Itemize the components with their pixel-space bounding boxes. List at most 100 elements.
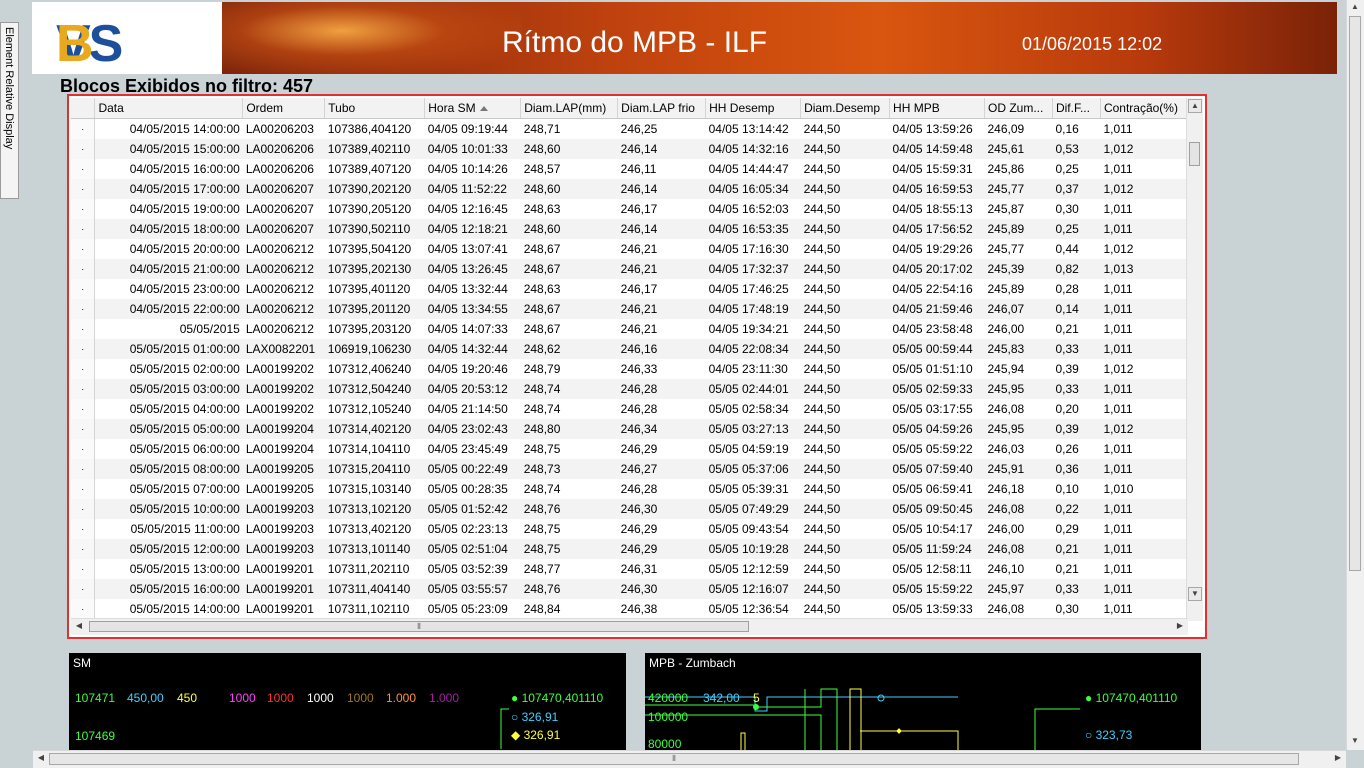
row-selector[interactable]: · xyxy=(71,399,96,419)
row-selector[interactable]: · xyxy=(71,359,96,379)
table-cell: LA00199201 xyxy=(245,602,314,616)
table-row[interactable]: · 05/05/2015 LA00206212 107395,203120 04/05 … xyxy=(71,319,1188,339)
table-cell: 05/05 13:59:33 xyxy=(892,602,973,616)
row-selector[interactable]: · xyxy=(71,379,96,399)
grid-horizontal-scrollbar[interactable]: ◀ ⦀ ▶ xyxy=(71,618,1188,635)
column-header[interactable]: Tubo xyxy=(324,98,426,119)
row-selector[interactable]: · xyxy=(71,519,96,539)
row-header-corner[interactable] xyxy=(71,98,96,119)
table-row[interactable]: · 05/05/2015 06:00:00 LA00199204 107314,104… xyxy=(71,439,1188,459)
table-body: · 04/05/2015 14:00:00 LA00206203 107386,404… xyxy=(71,118,1188,619)
row-selector[interactable]: · xyxy=(71,479,96,499)
row-selector[interactable]: · xyxy=(71,199,96,219)
scroll-right-arrow-icon[interactable]: ▶ xyxy=(1173,620,1187,634)
element-relative-display-tab[interactable]: Element Relative Display xyxy=(0,22,19,199)
column-header[interactable]: Dif.F... xyxy=(1052,98,1101,119)
table-row[interactable]: · 05/05/2015 01:00:00 LAX0082201 106919,106… xyxy=(71,339,1188,359)
table-row[interactable]: · 04/05/2015 19:00:00 LA00206207 107390,205… xyxy=(71,199,1188,219)
row-selector[interactable]: · xyxy=(71,159,96,179)
row-selector[interactable]: · xyxy=(71,118,96,139)
column-header[interactable]: HH MPB xyxy=(889,98,985,119)
table-cell: LA00206207 xyxy=(242,179,325,199)
table-row[interactable]: · 05/05/2015 02:00:00 LA00199202 107312,406… xyxy=(71,359,1188,379)
row-selector[interactable]: · xyxy=(71,259,96,279)
table-row[interactable]: · 05/05/2015 10:00:00 LA00199203 107313,102… xyxy=(71,499,1188,519)
row-selector[interactable]: · xyxy=(71,419,96,439)
table-row[interactable]: · 04/05/2015 22:00:00 LA00206212 107395,201… xyxy=(71,299,1188,319)
table-cell: LA00199204 xyxy=(245,442,314,456)
grid-vertical-scrollbar[interactable]: ▲ ▼ xyxy=(1186,98,1203,621)
table-cell: LA00206206 xyxy=(242,139,325,159)
page-scroll-down-arrow-icon[interactable]: ▼ xyxy=(1348,735,1362,749)
table-row[interactable]: · 04/05/2015 18:00:00 LA00206207 107390,502… xyxy=(71,219,1188,239)
row-selector[interactable]: · xyxy=(71,579,96,599)
table-cell: 244,50 xyxy=(800,539,890,559)
table-row[interactable]: · 05/05/2015 04:00:00 LA00199202 107312,105… xyxy=(71,399,1188,419)
table-cell: 04/05 17:46:25 xyxy=(708,282,789,296)
mpb-trend-point xyxy=(896,728,902,734)
column-header[interactable]: HH Desemp xyxy=(705,98,802,119)
column-header[interactable]: Ordem xyxy=(242,98,326,119)
table-row[interactable]: · 04/05/2015 20:00:00 LA00206212 107395,504… xyxy=(71,239,1188,259)
table-cell: 05/05/2015 14:00:00 xyxy=(129,602,240,616)
row-selector[interactable]: · xyxy=(71,279,96,299)
row-selector[interactable]: · xyxy=(71,499,96,519)
row-selector[interactable]: · xyxy=(71,179,96,199)
table-row[interactable]: · 05/05/2015 03:00:00 LA00199202 107312,504… xyxy=(71,379,1188,399)
column-header[interactable]: Diam.LAP frio xyxy=(617,98,707,119)
table-row[interactable]: · 04/05/2015 21:00:00 LA00206212 107395,202… xyxy=(71,259,1188,279)
table-row[interactable]: · 05/05/2015 14:00:00 LA00199201 107311,102… xyxy=(71,599,1188,619)
table-cell: 05/05 10:54:17 xyxy=(892,522,973,536)
column-header[interactable]: Data xyxy=(94,98,244,119)
table-cell: 1,011 xyxy=(1103,562,1133,576)
row-selector[interactable]: · xyxy=(71,219,96,239)
table-cell: 05/05 09:50:45 xyxy=(889,499,985,519)
row-selector[interactable]: · xyxy=(71,239,96,259)
column-header[interactable]: Diam.Desemp xyxy=(800,98,891,119)
table-row[interactable]: · 04/05/2015 23:00:00 LA00206212 107395,401… xyxy=(71,279,1188,299)
blocks-data-grid[interactable]: Data Ordem Tubo Hora SM Diam.LAP(mm) Diam.LAP… xyxy=(67,94,1207,639)
row-selector[interactable]: · xyxy=(71,459,96,479)
table-row[interactable]: · 05/05/2015 13:00:00 LA00199201 107311,202… xyxy=(71,559,1188,579)
table-row[interactable]: · 05/05/2015 11:00:00 LA00199203 107313,402… xyxy=(71,519,1188,539)
table-cell: 246,08 xyxy=(987,402,1025,416)
table-row[interactable]: · 05/05/2015 07:00:00 LA00199205 107315,103… xyxy=(71,479,1188,499)
row-selector[interactable]: · xyxy=(71,299,96,319)
row-selector[interactable]: · xyxy=(71,559,96,579)
page-vertical-scrollbar[interactable]: ▲ ▼ xyxy=(1346,0,1364,750)
page-horizontal-scroll-thumb[interactable]: ⦀ xyxy=(49,753,1299,765)
page-vertical-scroll-thumb[interactable] xyxy=(1349,16,1361,571)
table-row[interactable]: · 04/05/2015 14:00:00 LA00206203 107386,404… xyxy=(71,118,1188,139)
column-header[interactable]: Diam.LAP(mm) xyxy=(520,98,619,119)
row-selector[interactable]: · xyxy=(71,339,96,359)
page-scroll-left-arrow-icon[interactable]: ◀ xyxy=(34,752,48,766)
page-scroll-up-arrow-icon[interactable]: ▲ xyxy=(1348,1,1362,15)
scroll-down-arrow-icon[interactable]: ▼ xyxy=(1188,587,1202,601)
mpb-axis-value: 420000 xyxy=(648,691,689,705)
table-row[interactable]: · 05/05/2015 08:00:00 LA00199205 107315,204… xyxy=(71,459,1188,479)
page-scroll-right-arrow-icon[interactable]: ▶ xyxy=(1331,752,1345,766)
scroll-up-arrow-icon[interactable]: ▲ xyxy=(1188,99,1202,113)
table-row[interactable]: · 05/05/2015 05:00:00 LA00199204 107314,402… xyxy=(71,419,1188,439)
grid-horizontal-scroll-thumb[interactable]: ⦀ xyxy=(89,621,749,632)
table-row[interactable]: · 04/05/2015 15:00:00 LA00206206 107389,402… xyxy=(71,139,1188,159)
row-selector[interactable]: · xyxy=(71,599,96,619)
table-row[interactable]: · 04/05/2015 16:00:00 LA00206206 107389,407… xyxy=(71,159,1188,179)
column-header[interactable]: Contração(%) xyxy=(1100,98,1188,119)
grid-vertical-scroll-thumb[interactable] xyxy=(1189,142,1200,166)
table-cell: 248,60 xyxy=(520,139,618,159)
column-header[interactable]: OD Zum... xyxy=(984,98,1053,119)
table-row[interactable]: · 05/05/2015 12:00:00 LA00199203 107313,101… xyxy=(71,539,1188,559)
table-row[interactable]: · 05/05/2015 16:00:00 LA00199201 107311,404… xyxy=(71,579,1188,599)
table-cell: 0,44 xyxy=(1055,242,1079,256)
page-horizontal-scrollbar[interactable]: ◀ ⦀ ▶ xyxy=(33,750,1346,768)
table-cell: 246,14 xyxy=(617,179,706,199)
row-selector[interactable]: · xyxy=(71,439,96,459)
table-row[interactable]: · 04/05/2015 17:00:00 LA00206207 107390,202… xyxy=(71,179,1188,199)
row-selector[interactable]: · xyxy=(71,319,96,339)
row-selector[interactable]: · xyxy=(71,139,96,159)
row-selector[interactable]: · xyxy=(71,539,96,559)
column-header[interactable]: Hora SM xyxy=(424,98,522,119)
table-cell: 244,50 xyxy=(800,379,890,399)
scroll-left-arrow-icon[interactable]: ◀ xyxy=(72,620,86,634)
